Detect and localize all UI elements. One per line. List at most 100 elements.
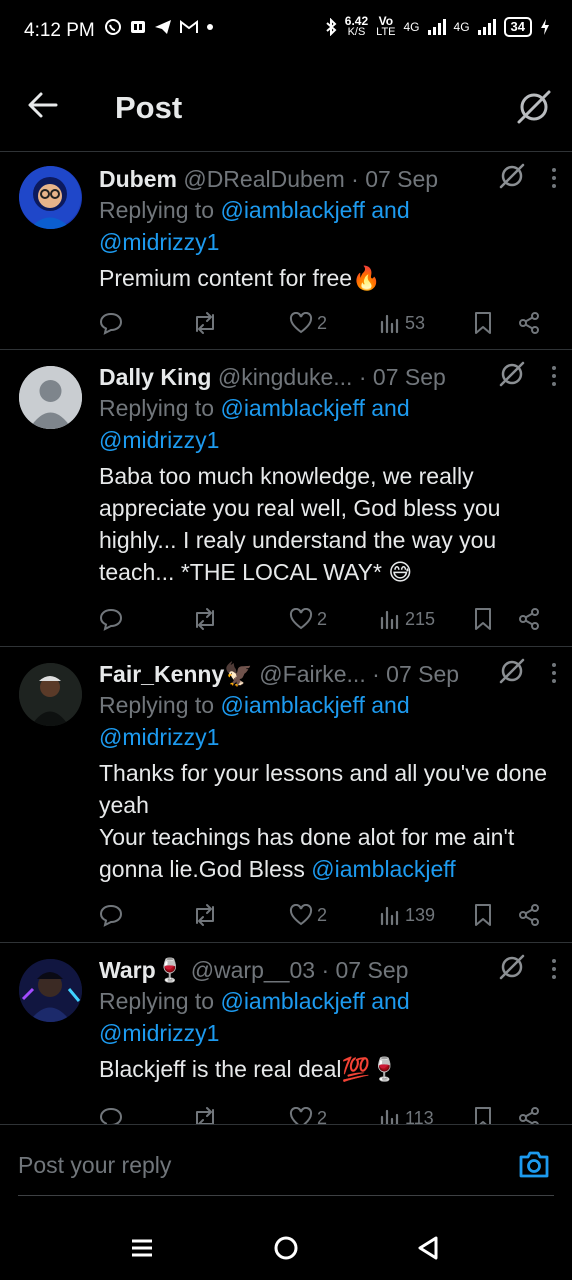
avatar[interactable] xyxy=(19,663,82,726)
mention-link[interactable]: @iamblackjeff xyxy=(220,692,364,718)
share-icon xyxy=(519,608,539,630)
mention-and[interactable]: and xyxy=(371,692,409,718)
avatar[interactable] xyxy=(19,959,82,1022)
replying-to-label: Replying to xyxy=(99,395,215,421)
repost-button[interactable] xyxy=(191,1103,219,1124)
comment-icon xyxy=(99,608,123,631)
back-button[interactable] xyxy=(26,88,66,128)
author-handle[interactable]: @warp__03 xyxy=(191,957,315,983)
mention-link[interactable]: @iamblackjeff xyxy=(220,197,364,223)
comment-icon xyxy=(99,1107,123,1124)
reply-post[interactable]: Dally King @kingduke... · 07 Sep Replyin… xyxy=(0,350,572,647)
replies-feed[interactable]: Dubem @DRealDubem · 07 Sep Replying to @… xyxy=(0,152,572,1124)
like-button[interactable]: 2 xyxy=(289,308,327,338)
post-text-body: Premium content for free🔥 xyxy=(99,265,381,291)
share-button[interactable] xyxy=(517,604,541,634)
grok-icon xyxy=(499,163,525,189)
bookmark-button[interactable] xyxy=(473,308,493,338)
replying-to-label: Replying to xyxy=(99,692,215,718)
grok-button[interactable] xyxy=(516,89,552,130)
views-button[interactable]: 53 xyxy=(379,308,425,338)
author-handle[interactable]: @kingduke... xyxy=(218,364,353,390)
view-count: 53 xyxy=(405,312,426,333)
more-options-button[interactable] xyxy=(550,168,558,192)
author-name[interactable]: Fair_Kenny xyxy=(99,661,224,687)
grok-button[interactable] xyxy=(498,162,526,195)
avatar[interactable] xyxy=(19,166,82,229)
views-button[interactable]: 215 xyxy=(379,604,435,634)
share-button[interactable] xyxy=(517,1103,541,1124)
views-button[interactable]: 113 xyxy=(379,1103,434,1124)
mention-link[interactable]: @midrizzy1 xyxy=(99,1020,219,1046)
post-text-mention[interactable]: @iamblackjeff xyxy=(311,856,455,882)
like-button[interactable]: 2 xyxy=(289,604,327,634)
recents-button[interactable] xyxy=(122,1228,162,1268)
more-options-button[interactable] xyxy=(550,663,558,687)
grok-button[interactable] xyxy=(498,953,526,986)
reply-button[interactable] xyxy=(99,1103,123,1124)
gmail-icon xyxy=(180,20,198,33)
grok-button[interactable] xyxy=(498,360,526,393)
author-handle[interactable]: @Fairke... xyxy=(259,661,365,687)
mention-and[interactable]: and xyxy=(371,988,409,1014)
mention-link[interactable]: @midrizzy1 xyxy=(99,229,219,255)
comment-icon xyxy=(99,312,123,335)
post-date: 07 Sep xyxy=(372,364,446,390)
more-options-button[interactable] xyxy=(550,959,558,983)
bookmark-icon xyxy=(475,312,491,334)
avatar[interactable] xyxy=(19,366,82,429)
reply-post[interactable]: Warp🍷 @warp__03 · 07 Sep Replying to @ia… xyxy=(0,943,572,1124)
notification-icons xyxy=(104,18,214,36)
post-actions: 2 113 xyxy=(99,1103,558,1124)
meta-separator: · xyxy=(372,661,380,687)
bookmark-icon xyxy=(475,1107,491,1124)
mention-link[interactable]: @iamblackjeff xyxy=(220,395,364,421)
author-name[interactable]: Warp xyxy=(99,957,156,983)
mention-link[interactable]: @iamblackjeff xyxy=(220,988,364,1014)
dot-icon xyxy=(207,24,213,30)
author-name[interactable]: Dubem xyxy=(99,166,177,192)
share-button[interactable] xyxy=(517,900,541,930)
system-back-button[interactable] xyxy=(408,1228,448,1268)
mention-link[interactable]: @midrizzy1 xyxy=(99,427,219,453)
meta-separator: · xyxy=(351,166,359,192)
composer-underline xyxy=(18,1195,554,1196)
reply-button[interactable] xyxy=(99,900,123,930)
page-title: Post xyxy=(115,90,183,125)
repost-icon xyxy=(196,904,214,926)
post-text-body: Baba too much knowledge, we really appre… xyxy=(99,463,501,585)
bookmark-button[interactable] xyxy=(473,1103,493,1124)
author-handle[interactable]: @DRealDubem xyxy=(183,166,344,192)
reply-post[interactable]: Dubem @DRealDubem · 07 Sep Replying to @… xyxy=(0,152,572,350)
like-count: 2 xyxy=(317,608,328,629)
mention-link[interactable]: @midrizzy1 xyxy=(99,724,219,750)
author-name[interactable]: Dally King xyxy=(99,364,211,390)
reply-button[interactable] xyxy=(99,308,123,338)
bookmark-button[interactable] xyxy=(473,900,493,930)
home-icon xyxy=(274,1236,298,1260)
like-button[interactable]: 2 xyxy=(289,1103,327,1124)
telegram-icon xyxy=(155,20,171,34)
reply-button[interactable] xyxy=(99,604,123,634)
volte-indicator: Vo LTE xyxy=(376,15,395,38)
repost-button[interactable] xyxy=(191,900,219,930)
repost-button[interactable] xyxy=(191,308,219,338)
default-avatar-icon xyxy=(19,366,82,429)
reply-post[interactable]: Fair_Kenny🦅 @Fairke... · 07 Sep Replying… xyxy=(0,647,572,943)
mention-and[interactable]: and xyxy=(371,395,409,421)
repost-button[interactable] xyxy=(191,604,219,634)
grok-button[interactable] xyxy=(498,657,526,690)
like-button[interactable]: 2 xyxy=(289,900,327,930)
more-options-button[interactable] xyxy=(550,366,558,390)
mention-and[interactable]: and xyxy=(371,197,409,223)
avatar-image xyxy=(19,663,82,726)
home-button[interactable] xyxy=(266,1228,306,1268)
author-name-emoji: 🍷 xyxy=(155,957,185,983)
views-chart-icon xyxy=(380,314,399,334)
bookmark-button[interactable] xyxy=(473,604,493,634)
share-button[interactable] xyxy=(517,308,541,338)
camera-button[interactable] xyxy=(518,1149,550,1184)
views-button[interactable]: 139 xyxy=(379,900,435,930)
reply-input[interactable] xyxy=(18,1143,488,1187)
back-triangle-icon xyxy=(418,1236,438,1260)
